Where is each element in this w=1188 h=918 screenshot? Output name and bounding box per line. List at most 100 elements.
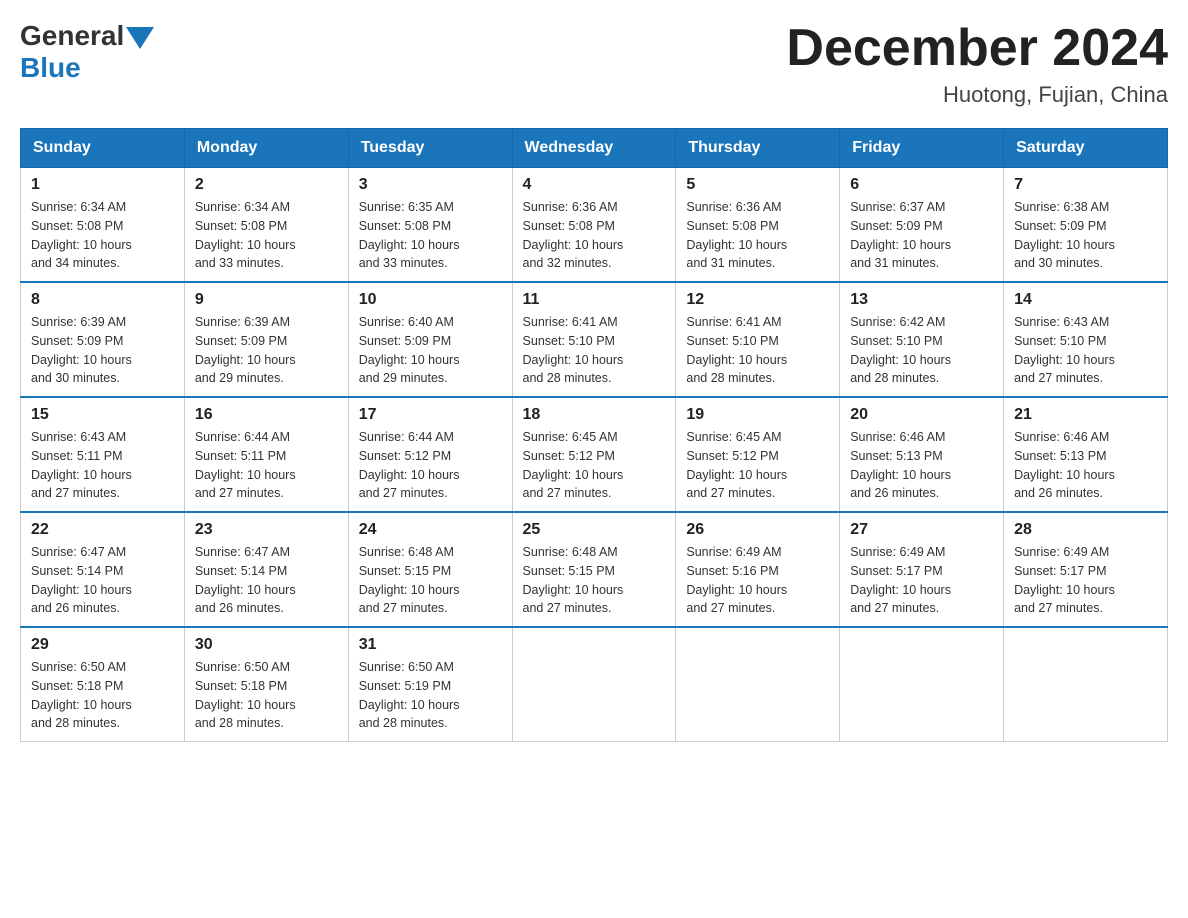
calendar-cell: 31 Sunrise: 6:50 AM Sunset: 5:19 PM Dayl… <box>348 627 512 742</box>
day-number: 13 <box>850 291 993 309</box>
day-number: 21 <box>1014 406 1157 424</box>
calendar-cell <box>1004 627 1168 742</box>
calendar-cell <box>840 627 1004 742</box>
day-number: 23 <box>195 521 338 539</box>
title-section: December 2024 Huotong, Fujian, China <box>786 20 1168 108</box>
day-number: 8 <box>31 291 174 309</box>
day-number: 22 <box>31 521 174 539</box>
calendar-cell <box>676 627 840 742</box>
calendar-cell: 23 Sunrise: 6:47 AM Sunset: 5:14 PM Dayl… <box>184 512 348 627</box>
calendar-cell <box>512 627 676 742</box>
calendar-cell: 7 Sunrise: 6:38 AM Sunset: 5:09 PM Dayli… <box>1004 168 1168 283</box>
day-number: 14 <box>1014 291 1157 309</box>
calendar-cell: 3 Sunrise: 6:35 AM Sunset: 5:08 PM Dayli… <box>348 168 512 283</box>
calendar-cell: 1 Sunrise: 6:34 AM Sunset: 5:08 PM Dayli… <box>21 168 185 283</box>
page-title: December 2024 <box>786 20 1168 77</box>
day-number: 25 <box>523 521 666 539</box>
day-info: Sunrise: 6:44 AM Sunset: 5:12 PM Dayligh… <box>359 428 502 503</box>
calendar-cell: 2 Sunrise: 6:34 AM Sunset: 5:08 PM Dayli… <box>184 168 348 283</box>
logo-general-text: General <box>20 20 124 52</box>
day-info: Sunrise: 6:40 AM Sunset: 5:09 PM Dayligh… <box>359 313 502 388</box>
day-info: Sunrise: 6:50 AM Sunset: 5:18 PM Dayligh… <box>195 658 338 733</box>
calendar-cell: 6 Sunrise: 6:37 AM Sunset: 5:09 PM Dayli… <box>840 168 1004 283</box>
logo-triangle-icon <box>126 27 154 49</box>
day-number: 20 <box>850 406 993 424</box>
day-info: Sunrise: 6:50 AM Sunset: 5:19 PM Dayligh… <box>359 658 502 733</box>
day-number: 17 <box>359 406 502 424</box>
day-info: Sunrise: 6:37 AM Sunset: 5:09 PM Dayligh… <box>850 198 993 273</box>
day-number: 27 <box>850 521 993 539</box>
day-number: 10 <box>359 291 502 309</box>
day-info: Sunrise: 6:38 AM Sunset: 5:09 PM Dayligh… <box>1014 198 1157 273</box>
day-info: Sunrise: 6:41 AM Sunset: 5:10 PM Dayligh… <box>523 313 666 388</box>
day-info: Sunrise: 6:48 AM Sunset: 5:15 PM Dayligh… <box>359 543 502 618</box>
calendar-header-friday: Friday <box>840 129 1004 168</box>
day-number: 7 <box>1014 176 1157 194</box>
day-number: 29 <box>31 636 174 654</box>
calendar-week-3: 15 Sunrise: 6:43 AM Sunset: 5:11 PM Dayl… <box>21 397 1168 512</box>
calendar-header-tuesday: Tuesday <box>348 129 512 168</box>
day-number: 6 <box>850 176 993 194</box>
day-info: Sunrise: 6:49 AM Sunset: 5:17 PM Dayligh… <box>1014 543 1157 618</box>
calendar-header-monday: Monday <box>184 129 348 168</box>
calendar-cell: 11 Sunrise: 6:41 AM Sunset: 5:10 PM Dayl… <box>512 282 676 397</box>
day-info: Sunrise: 6:44 AM Sunset: 5:11 PM Dayligh… <box>195 428 338 503</box>
calendar-cell: 12 Sunrise: 6:41 AM Sunset: 5:10 PM Dayl… <box>676 282 840 397</box>
day-info: Sunrise: 6:46 AM Sunset: 5:13 PM Dayligh… <box>1014 428 1157 503</box>
page-header: General Blue December 2024 Huotong, Fuji… <box>20 20 1168 108</box>
day-number: 4 <box>523 176 666 194</box>
calendar-cell: 25 Sunrise: 6:48 AM Sunset: 5:15 PM Dayl… <box>512 512 676 627</box>
calendar-cell: 19 Sunrise: 6:45 AM Sunset: 5:12 PM Dayl… <box>676 397 840 512</box>
calendar-cell: 14 Sunrise: 6:43 AM Sunset: 5:10 PM Dayl… <box>1004 282 1168 397</box>
calendar-header-sunday: Sunday <box>21 129 185 168</box>
subtitle: Huotong, Fujian, China <box>786 82 1168 108</box>
day-info: Sunrise: 6:36 AM Sunset: 5:08 PM Dayligh… <box>686 198 829 273</box>
day-info: Sunrise: 6:42 AM Sunset: 5:10 PM Dayligh… <box>850 313 993 388</box>
day-info: Sunrise: 6:43 AM Sunset: 5:11 PM Dayligh… <box>31 428 174 503</box>
day-number: 18 <box>523 406 666 424</box>
day-info: Sunrise: 6:48 AM Sunset: 5:15 PM Dayligh… <box>523 543 666 618</box>
day-info: Sunrise: 6:36 AM Sunset: 5:08 PM Dayligh… <box>523 198 666 273</box>
day-number: 24 <box>359 521 502 539</box>
calendar-week-4: 22 Sunrise: 6:47 AM Sunset: 5:14 PM Dayl… <box>21 512 1168 627</box>
day-number: 28 <box>1014 521 1157 539</box>
day-info: Sunrise: 6:34 AM Sunset: 5:08 PM Dayligh… <box>195 198 338 273</box>
calendar-header-saturday: Saturday <box>1004 129 1168 168</box>
day-info: Sunrise: 6:41 AM Sunset: 5:10 PM Dayligh… <box>686 313 829 388</box>
day-number: 26 <box>686 521 829 539</box>
calendar-cell: 20 Sunrise: 6:46 AM Sunset: 5:13 PM Dayl… <box>840 397 1004 512</box>
calendar-cell: 9 Sunrise: 6:39 AM Sunset: 5:09 PM Dayli… <box>184 282 348 397</box>
calendar-cell: 24 Sunrise: 6:48 AM Sunset: 5:15 PM Dayl… <box>348 512 512 627</box>
calendar-cell: 21 Sunrise: 6:46 AM Sunset: 5:13 PM Dayl… <box>1004 397 1168 512</box>
day-info: Sunrise: 6:46 AM Sunset: 5:13 PM Dayligh… <box>850 428 993 503</box>
calendar-cell: 22 Sunrise: 6:47 AM Sunset: 5:14 PM Dayl… <box>21 512 185 627</box>
calendar-cell: 17 Sunrise: 6:44 AM Sunset: 5:12 PM Dayl… <box>348 397 512 512</box>
day-number: 1 <box>31 176 174 194</box>
calendar-cell: 18 Sunrise: 6:45 AM Sunset: 5:12 PM Dayl… <box>512 397 676 512</box>
day-info: Sunrise: 6:49 AM Sunset: 5:17 PM Dayligh… <box>850 543 993 618</box>
calendar-cell: 13 Sunrise: 6:42 AM Sunset: 5:10 PM Dayl… <box>840 282 1004 397</box>
day-info: Sunrise: 6:47 AM Sunset: 5:14 PM Dayligh… <box>31 543 174 618</box>
day-info: Sunrise: 6:49 AM Sunset: 5:16 PM Dayligh… <box>686 543 829 618</box>
day-info: Sunrise: 6:34 AM Sunset: 5:08 PM Dayligh… <box>31 198 174 273</box>
day-number: 3 <box>359 176 502 194</box>
calendar-cell: 30 Sunrise: 6:50 AM Sunset: 5:18 PM Dayl… <box>184 627 348 742</box>
day-number: 31 <box>359 636 502 654</box>
day-number: 5 <box>686 176 829 194</box>
calendar-week-5: 29 Sunrise: 6:50 AM Sunset: 5:18 PM Dayl… <box>21 627 1168 742</box>
calendar-table: SundayMondayTuesdayWednesdayThursdayFrid… <box>20 128 1168 742</box>
calendar-week-1: 1 Sunrise: 6:34 AM Sunset: 5:08 PM Dayli… <box>21 168 1168 283</box>
day-info: Sunrise: 6:45 AM Sunset: 5:12 PM Dayligh… <box>523 428 666 503</box>
calendar-header-row: SundayMondayTuesdayWednesdayThursdayFrid… <box>21 129 1168 168</box>
calendar-cell: 5 Sunrise: 6:36 AM Sunset: 5:08 PM Dayli… <box>676 168 840 283</box>
calendar-cell: 29 Sunrise: 6:50 AM Sunset: 5:18 PM Dayl… <box>21 627 185 742</box>
calendar-cell: 27 Sunrise: 6:49 AM Sunset: 5:17 PM Dayl… <box>840 512 1004 627</box>
logo-blue-text: Blue <box>20 52 81 84</box>
day-info: Sunrise: 6:35 AM Sunset: 5:08 PM Dayligh… <box>359 198 502 273</box>
day-info: Sunrise: 6:39 AM Sunset: 5:09 PM Dayligh… <box>195 313 338 388</box>
day-number: 16 <box>195 406 338 424</box>
calendar-cell: 28 Sunrise: 6:49 AM Sunset: 5:17 PM Dayl… <box>1004 512 1168 627</box>
logo: General Blue <box>20 20 156 84</box>
calendar-week-2: 8 Sunrise: 6:39 AM Sunset: 5:09 PM Dayli… <box>21 282 1168 397</box>
day-number: 11 <box>523 291 666 309</box>
